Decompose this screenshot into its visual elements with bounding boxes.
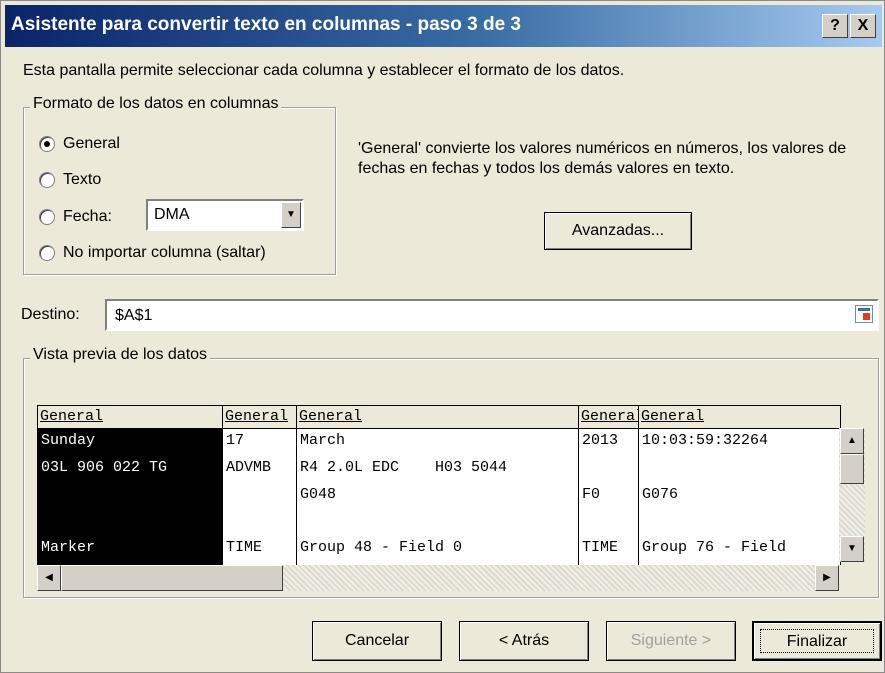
- column-header[interactable]: General: [639, 406, 840, 429]
- vertical-scrollbar[interactable]: ▲ ▼: [839, 428, 865, 562]
- title-bar[interactable]: Asistente para convertir texto en column…: [5, 5, 882, 47]
- scroll-right-icon[interactable]: ▶: [815, 565, 839, 591]
- horizontal-scrollbar[interactable]: ◀ ▶: [37, 565, 839, 591]
- destination-label: Destino:: [21, 306, 80, 323]
- next-button: Siguiente >: [606, 621, 736, 661]
- grid-cell: 03L 906 022 TG: [41, 459, 168, 476]
- intro-text: Esta pantalla permite seleccionar cada c…: [23, 62, 625, 79]
- radio-general-label: General: [63, 135, 120, 152]
- dialog-window: Asistente para convertir texto en column…: [0, 0, 885, 673]
- back-button[interactable]: < Atrás: [459, 621, 589, 661]
- chevron-down-icon[interactable]: ▼: [281, 202, 301, 228]
- radio-text-indicator[interactable]: [39, 172, 55, 188]
- radio-general[interactable]: General: [39, 135, 120, 153]
- radio-skip[interactable]: No importar columna (saltar): [39, 244, 266, 262]
- radio-text-label: Texto: [63, 171, 102, 188]
- scrollbar-corner: [839, 565, 865, 591]
- preview-column[interactable]: General 10:03:59:32264 G076 Group 76 - F…: [638, 406, 840, 566]
- radio-skip-indicator[interactable]: [39, 245, 55, 261]
- preview-column[interactable]: General Sunday 03L 906 022 TG Marker: [38, 406, 222, 566]
- grid-cell: March: [300, 432, 346, 449]
- format-description: 'General' convierte los valores numérico…: [358, 140, 847, 177]
- grid-cell: Sunday: [41, 432, 96, 449]
- column-header[interactable]: General: [223, 406, 296, 429]
- grid-cell: Marker: [41, 539, 96, 556]
- scroll-down-icon[interactable]: ▼: [840, 536, 864, 562]
- dialog-title: Asistente para convertir texto en column…: [11, 14, 521, 35]
- horizontal-scroll-thumb[interactable]: [61, 565, 283, 591]
- vertical-scroll-thumb[interactable]: [840, 454, 864, 484]
- column-header[interactable]: General: [579, 406, 638, 429]
- radio-general-indicator[interactable]: [39, 136, 55, 152]
- grid-cell: 2013: [582, 432, 619, 449]
- grid-cell: TIME: [582, 539, 619, 556]
- destination-value: $A$1: [115, 307, 153, 324]
- preview-column[interactable]: General 17 ADVMB TIME: [222, 406, 296, 566]
- scroll-left-icon[interactable]: ◀: [37, 565, 61, 591]
- finish-button[interactable]: Finalizar: [752, 621, 882, 661]
- format-group-legend: Formato de los datos en columnas: [30, 95, 282, 113]
- radio-date-label: Fecha:: [63, 208, 112, 225]
- grid-cell: G048: [300, 486, 337, 503]
- preview-column[interactable]: General 2013 F0 TIME: [578, 406, 638, 566]
- grid-cell: F0: [582, 486, 601, 503]
- advanced-button[interactable]: Avanzadas...: [544, 212, 692, 250]
- destination-field[interactable]: $A$1: [105, 299, 879, 331]
- grid-cell: Group 48 - Field 0: [300, 539, 463, 556]
- preview-column[interactable]: General March R4 2.0L EDC H03 5044 G048 …: [296, 406, 578, 566]
- scroll-up-icon[interactable]: ▲: [840, 428, 864, 454]
- preview-group-legend: Vista previa de los datos: [30, 346, 211, 364]
- grid-cell: TIME: [226, 539, 263, 556]
- cancel-button[interactable]: Cancelar: [312, 621, 442, 661]
- close-button[interactable]: X: [850, 14, 876, 38]
- radio-skip-label: No importar columna (saltar): [63, 244, 266, 261]
- column-header[interactable]: General: [297, 406, 578, 429]
- grid-cell: 17: [226, 432, 245, 449]
- grid-cell: ADVMB: [226, 459, 272, 476]
- column-header[interactable]: General: [38, 406, 222, 429]
- radio-date-indicator[interactable]: [39, 209, 55, 225]
- grid-cell: G076: [642, 486, 679, 503]
- date-format-value: DMA: [154, 206, 190, 223]
- date-format-select[interactable]: DMA ▼: [146, 199, 304, 231]
- radio-text[interactable]: Texto: [39, 171, 101, 189]
- grid-cell: Group 76 - Field: [642, 539, 787, 556]
- grid-cell: 10:03:59:32264: [642, 432, 769, 449]
- column-cells: Sunday 03L 906 022 TG Marker: [38, 429, 222, 566]
- preview-grid[interactable]: General Sunday 03L 906 022 TG Marker Gen…: [37, 405, 841, 567]
- collapse-dialog-icon[interactable]: [855, 305, 873, 323]
- help-button[interactable]: ?: [822, 14, 848, 38]
- grid-cell: R4 2.0L EDC H03 5044: [300, 459, 508, 476]
- radio-date[interactable]: Fecha:: [39, 208, 112, 226]
